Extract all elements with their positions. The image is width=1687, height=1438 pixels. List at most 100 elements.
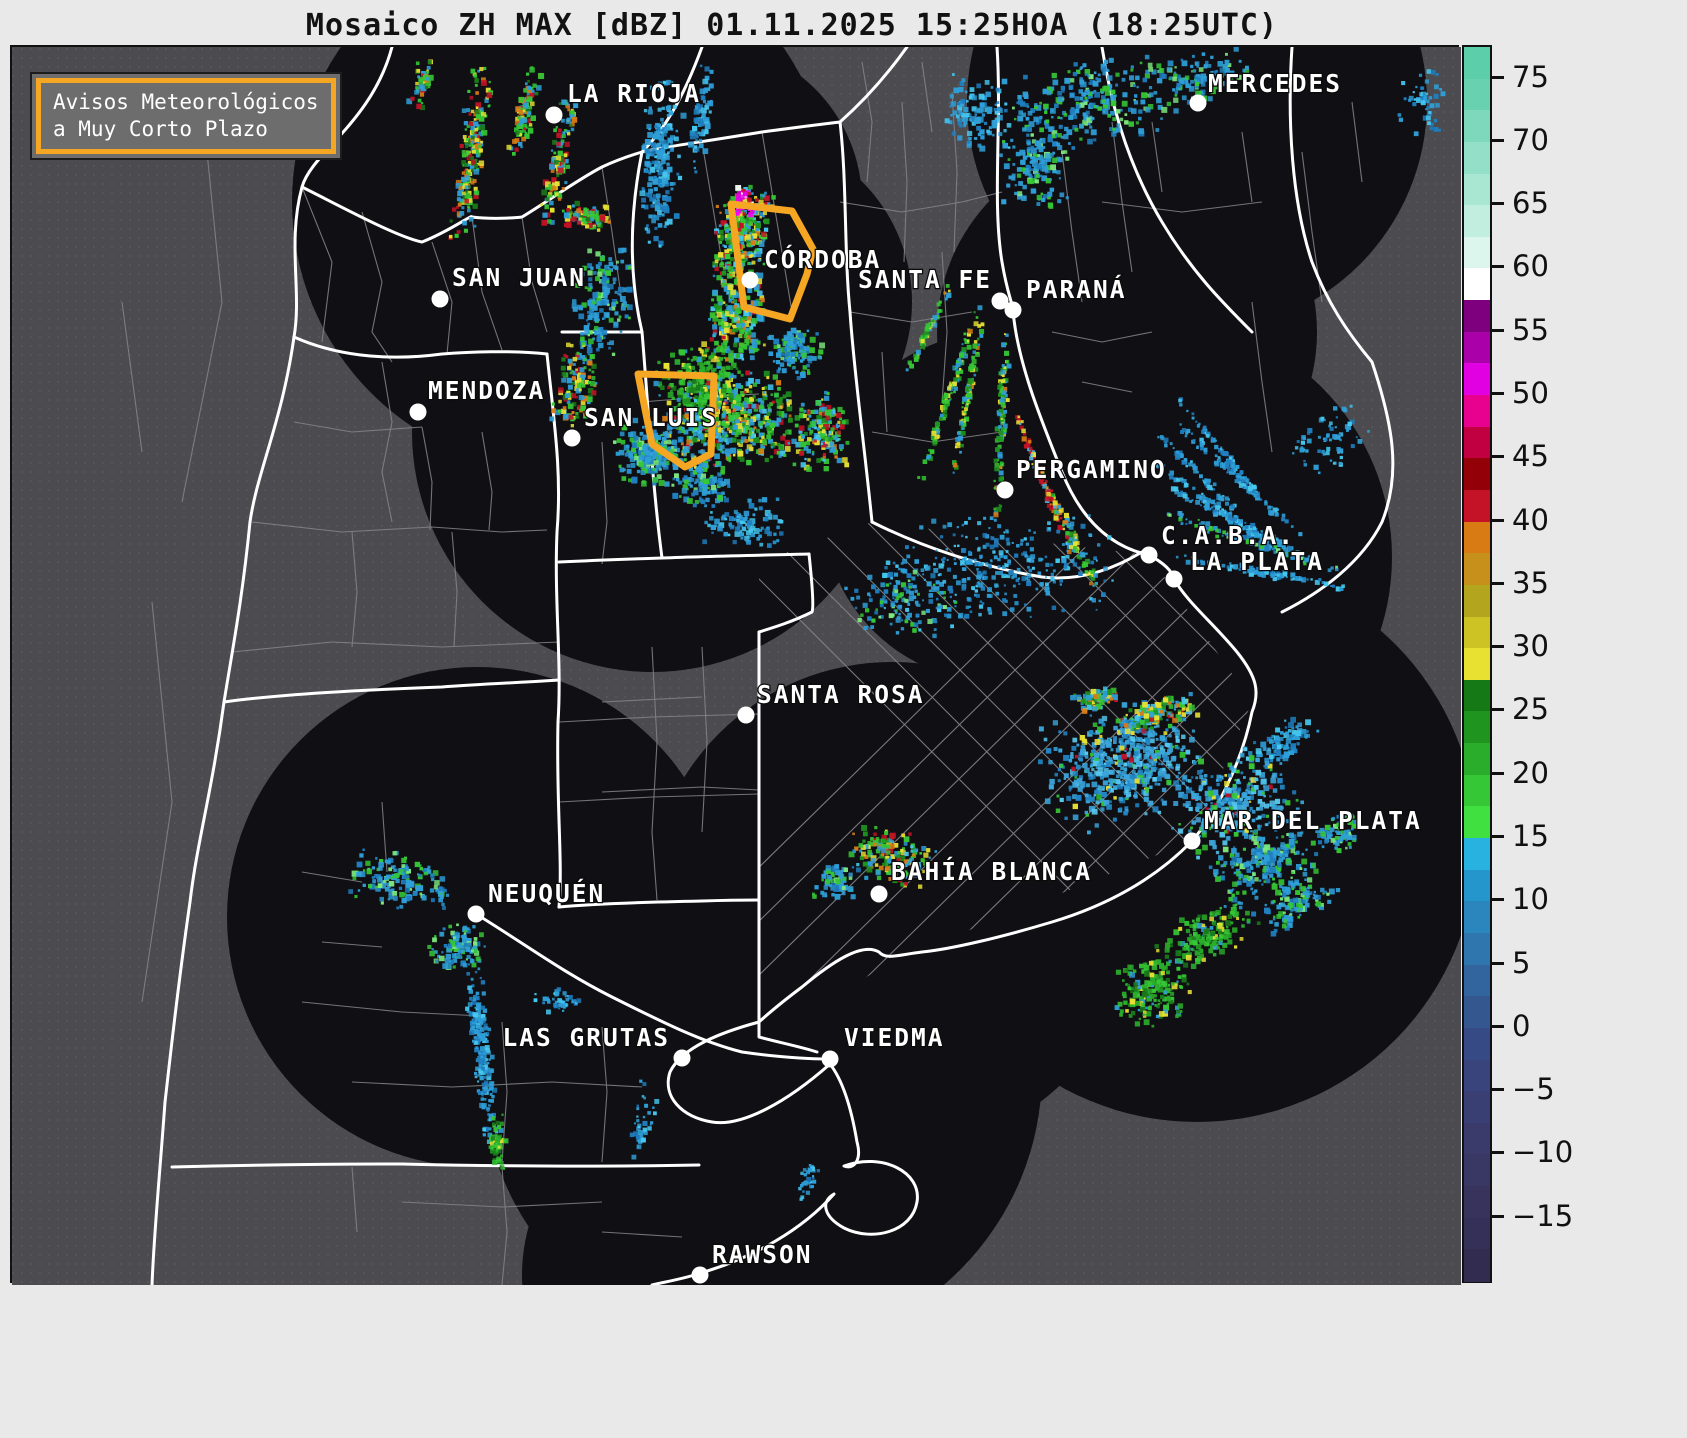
colorbar-segment bbox=[1464, 584, 1490, 618]
colorbar-segment bbox=[1464, 743, 1490, 776]
colorbar-tick bbox=[1492, 265, 1504, 269]
colorbar-segment bbox=[1464, 521, 1490, 554]
colorbar-tick bbox=[1492, 581, 1504, 585]
city-dot-san-juan bbox=[431, 290, 449, 308]
city-label-mendoza: MENDOZA bbox=[428, 376, 545, 405]
city-dot-santa-rosa bbox=[737, 706, 755, 724]
warning-legend-border: Avisos Meteorológicos a Muy Corto Plazo bbox=[36, 78, 336, 154]
colorbar-segment bbox=[1464, 205, 1490, 238]
colorbar-segment bbox=[1464, 173, 1490, 206]
colorbar-tick-label: 70 bbox=[1512, 122, 1549, 157]
colorbar-segment bbox=[1464, 616, 1490, 649]
colorbar-tick-label: 20 bbox=[1512, 755, 1549, 790]
colorbar-tick-label: 40 bbox=[1512, 502, 1549, 537]
city-dot-san-luis bbox=[563, 429, 581, 447]
colorbar-tick bbox=[1492, 1088, 1504, 1092]
colorbar-segment bbox=[1464, 1027, 1490, 1061]
colorbar-tick-label: 55 bbox=[1512, 312, 1549, 347]
city-dot-mar-del-plata bbox=[1183, 832, 1201, 850]
colorbar-tick-label: 60 bbox=[1512, 249, 1549, 284]
colorbar-tick bbox=[1492, 328, 1504, 332]
city-label-rawson: RAWSON bbox=[712, 1240, 813, 1269]
colorbar-segment bbox=[1464, 1249, 1490, 1282]
colorbar-segment bbox=[1464, 110, 1490, 143]
colorbar-tick bbox=[1492, 75, 1504, 79]
colorbar-segment bbox=[1464, 1122, 1490, 1156]
colorbar-tick bbox=[1492, 1151, 1504, 1155]
colorbar-segment bbox=[1464, 711, 1490, 744]
colorbar-tick bbox=[1492, 138, 1504, 142]
colorbar-segment bbox=[1464, 838, 1490, 871]
colorbar-segment bbox=[1464, 901, 1490, 934]
colorbar-segment bbox=[1464, 458, 1490, 491]
map-title: Mosaico ZH MAX [dBZ] 01.11.2025 15:25HOA… bbox=[305, 8, 1279, 43]
radar-map: LA RIOJA MERCEDES SAN JUAN CÓRDOBA SANTA FE P… bbox=[10, 45, 1461, 1285]
colorbar-segment bbox=[1464, 268, 1490, 301]
city-label-neuqu-n: NEUQUÉN bbox=[488, 879, 605, 908]
colorbar-tick bbox=[1492, 708, 1504, 712]
city-label-santa-fe: SANTA FE bbox=[858, 265, 992, 294]
colorbar-segment bbox=[1464, 679, 1490, 713]
warning-legend-box: Avisos Meteorológicos a Muy Corto Plazo bbox=[30, 72, 342, 160]
colorbar-tick-label: 30 bbox=[1512, 629, 1549, 664]
city-label-viedma: VIEDMA bbox=[844, 1023, 945, 1052]
colorbar-tick-label: 35 bbox=[1512, 565, 1549, 600]
city-label-pergamino: PERGAMINO bbox=[1016, 455, 1167, 484]
colorbar-segment bbox=[1464, 78, 1490, 111]
colorbar-tick bbox=[1492, 835, 1504, 839]
city-dot-viedma bbox=[821, 1050, 839, 1068]
colorbar-tick bbox=[1492, 645, 1504, 649]
colorbar-tick-label: 50 bbox=[1512, 376, 1549, 411]
colorbar-segment bbox=[1464, 1186, 1490, 1219]
colorbar-segment bbox=[1464, 489, 1490, 523]
city-dot-neuqu-n bbox=[467, 905, 485, 923]
city-label-san-juan: SAN JUAN bbox=[452, 263, 586, 292]
city-dot-la-rioja bbox=[545, 106, 563, 124]
colorbar-segment bbox=[1464, 426, 1490, 459]
colorbar-segment bbox=[1464, 363, 1490, 396]
colorbar-tick-label: 10 bbox=[1512, 882, 1549, 917]
city-label-las-grutas: LAS GRUTAS bbox=[502, 1023, 670, 1052]
colorbar-segment bbox=[1464, 774, 1490, 807]
colorbar-tick-label: 15 bbox=[1512, 819, 1549, 854]
colorbar-segment bbox=[1464, 331, 1490, 364]
city-dot-rawson bbox=[691, 1266, 709, 1284]
city-label-mar-del-plata: MAR DEL PLATA bbox=[1204, 806, 1422, 835]
colorbar-tick-label: 5 bbox=[1512, 945, 1531, 980]
city-dot-mercedes bbox=[1189, 94, 1207, 112]
colorbar-segment bbox=[1464, 869, 1490, 902]
colorbar-tick bbox=[1492, 202, 1504, 206]
city-label-bah-a-blanca: BAHÍA BLANCA bbox=[891, 857, 1092, 886]
city-label-paran-: PARANÁ bbox=[1026, 275, 1127, 304]
warning-legend-line1: Avisos Meteorológicos bbox=[53, 90, 319, 114]
colorbar-tick bbox=[1492, 392, 1504, 396]
city-dot-paran- bbox=[1004, 301, 1022, 319]
radar-mosaic-screen: { "title": "Mosaico ZH MAX [dBZ] 01.11.2… bbox=[0, 0, 1687, 1438]
colorbar-segment bbox=[1464, 1091, 1490, 1124]
colorbar-segment bbox=[1464, 932, 1490, 966]
colorbar-tick bbox=[1492, 518, 1504, 522]
colorbar-segment bbox=[1464, 1059, 1490, 1092]
colorbar-segment bbox=[1464, 1154, 1490, 1187]
colorbar-tick-label: 75 bbox=[1512, 59, 1549, 94]
city-dot-bah-a-blanca bbox=[870, 885, 888, 903]
colorbar-segment bbox=[1464, 236, 1490, 270]
warning-legend-line2: a Muy Corto Plazo bbox=[53, 117, 268, 141]
radar-map-svg: LA RIOJA MERCEDESSAN JUANCÓRDOBASANTA FE P… bbox=[12, 47, 1461, 1285]
footer-logos: Servicio Meteorológico Nacional Argentin… bbox=[0, 1286, 1687, 1438]
colorbar-segment bbox=[1464, 300, 1490, 333]
colorbar-segment bbox=[1464, 1217, 1490, 1250]
city-label-mercedes: MERCEDES bbox=[1208, 69, 1342, 98]
city-label-la-rioja: LA RIOJA bbox=[567, 79, 701, 108]
colorbar-tick-label: 0 bbox=[1512, 1008, 1531, 1043]
colorbar-tick bbox=[1492, 898, 1504, 902]
city-dot-la-plata bbox=[1165, 570, 1183, 588]
colorbar-tick-label: −5 bbox=[1512, 1072, 1555, 1107]
city-label-san-luis: SAN LUIS bbox=[584, 403, 718, 432]
city-dot-mendoza bbox=[409, 403, 427, 421]
colorbar-tick bbox=[1492, 1024, 1504, 1028]
colorbar-tick-labels: 75 70 65 60 55 50 45 40 35 30 25 20 15 10 5 0 −5 −10 −15 bbox=[1492, 45, 1682, 1283]
colorbar-tick-label: 65 bbox=[1512, 186, 1549, 221]
colorbar-segment bbox=[1464, 964, 1490, 997]
colorbar-segment bbox=[1464, 47, 1490, 80]
